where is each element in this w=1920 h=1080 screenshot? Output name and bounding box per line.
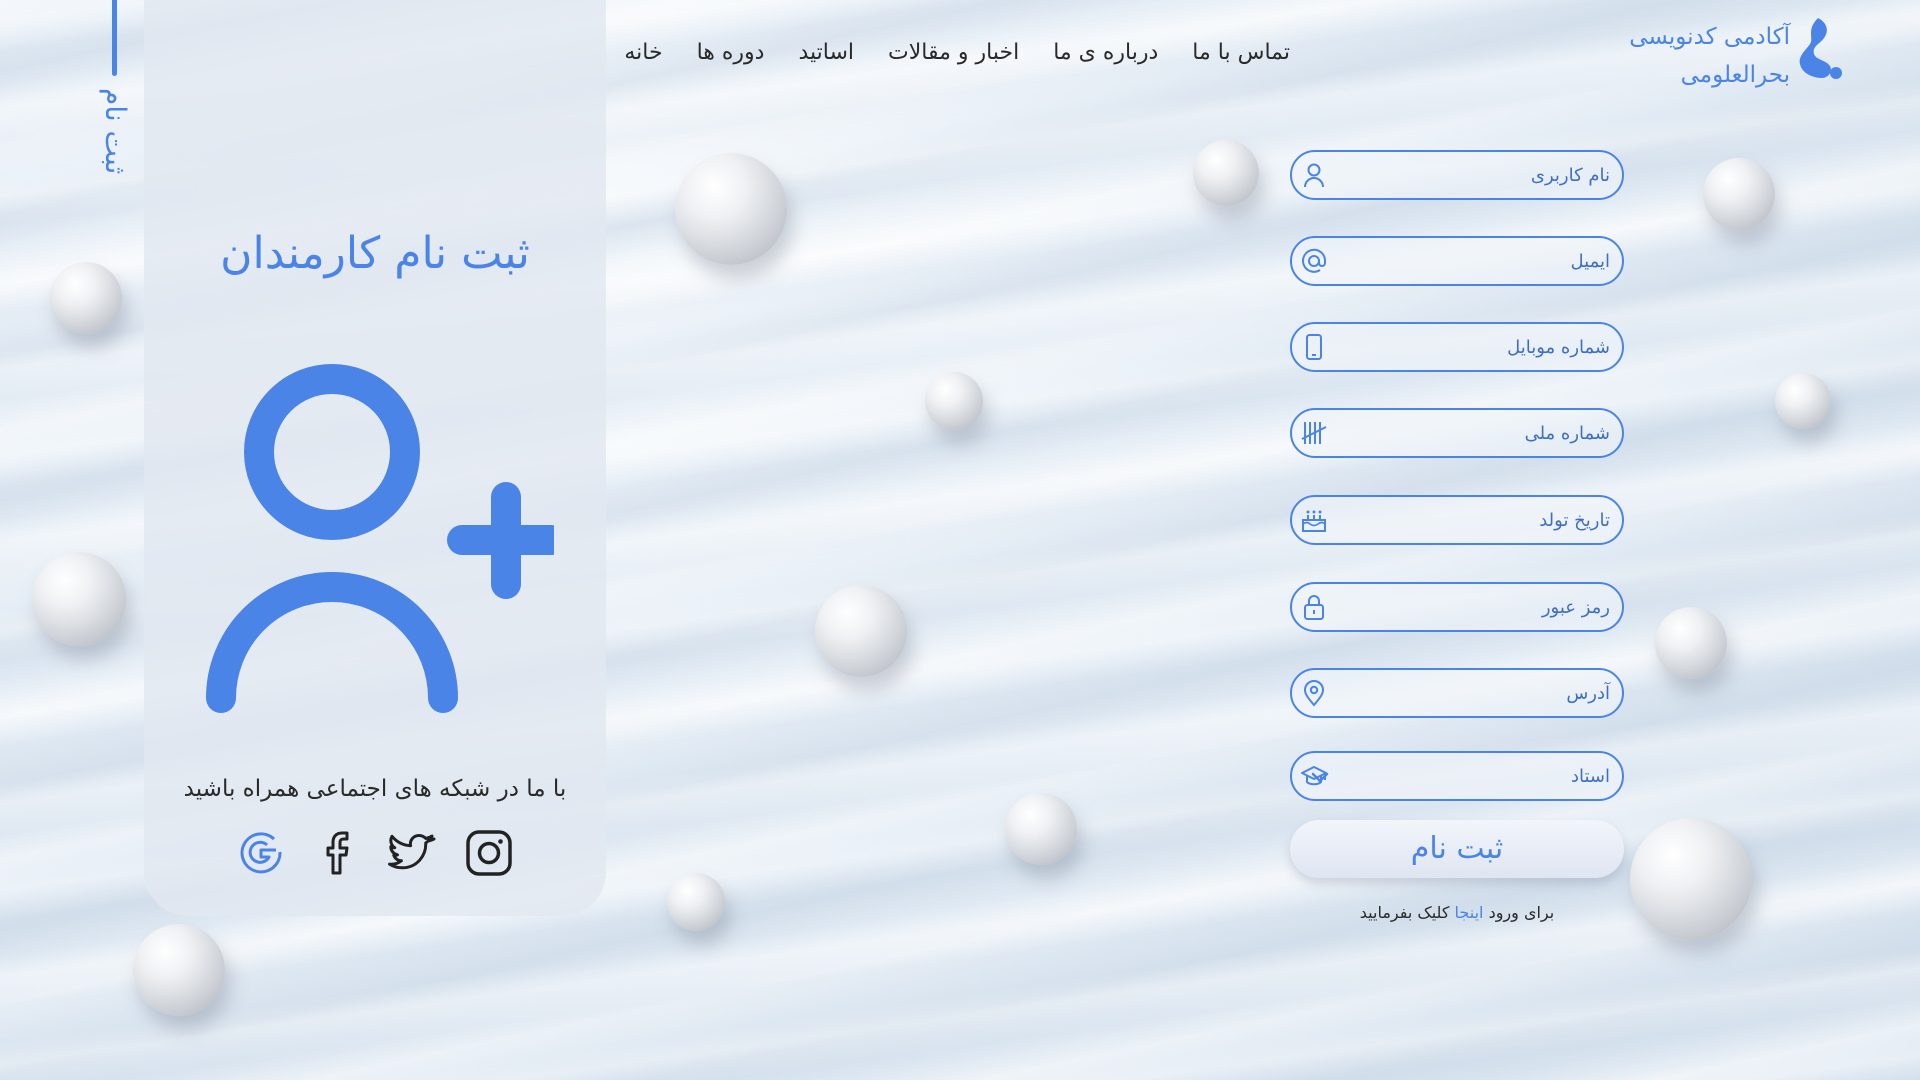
birth-date-placeholder: تاریخ تولد xyxy=(1539,509,1610,531)
decorative-pearl xyxy=(1193,140,1259,206)
birth-date-field[interactable]: تاریخ تولد xyxy=(1290,495,1624,545)
address-field[interactable]: آدرس xyxy=(1290,668,1624,718)
decorative-pearl xyxy=(675,153,787,265)
password-placeholder: رمز عبور xyxy=(1541,596,1610,618)
national-id-placeholder: شماره ملی xyxy=(1524,422,1610,444)
decorative-pearl xyxy=(32,552,126,646)
login-hint-after: کلیک بفرمایید xyxy=(1359,903,1450,922)
nav-news-articles[interactable]: اخبار و مقالات xyxy=(888,40,1019,80)
at-icon xyxy=(1300,247,1328,275)
social-text: با ما در شبکه های اجتماعی همراه باشید xyxy=(183,776,567,802)
national-id-field[interactable]: شماره ملی xyxy=(1290,408,1624,458)
brand-name[interactable]: آکادمی کدنویسی بحرالعلومی xyxy=(1600,18,1790,94)
decorative-pearl xyxy=(1630,818,1752,940)
decorative-pearl xyxy=(667,873,725,931)
role-select-value: استاد xyxy=(1570,765,1610,787)
chevron-down-icon[interactable] xyxy=(1308,765,1332,789)
decorative-pearl xyxy=(1005,793,1077,865)
decorative-pearl xyxy=(1703,158,1775,230)
brand-line-1: آکادمی کدنویسی xyxy=(1629,24,1790,50)
decorative-pearl xyxy=(1655,607,1727,679)
decorative-pearl xyxy=(50,262,122,334)
side-tab-indicator xyxy=(112,0,117,76)
login-hint-before: برای ورود xyxy=(1488,903,1555,922)
email-field[interactable]: ایمیل xyxy=(1290,236,1624,286)
role-select[interactable]: استاد xyxy=(1290,751,1624,801)
left-panel: ثبت نام کارمندان با ما در شبکه های اجتما… xyxy=(144,0,606,916)
username-field[interactable]: نام کاربری xyxy=(1290,150,1624,200)
logo-icon[interactable] xyxy=(1796,16,1844,82)
login-link[interactable]: اینجا xyxy=(1455,903,1484,922)
side-tab-register[interactable]: ثبت نام xyxy=(82,76,132,186)
cake-icon xyxy=(1300,506,1328,534)
nav-home[interactable]: خانه xyxy=(624,40,662,80)
mobile-placeholder: شماره موبایل xyxy=(1507,336,1610,358)
user-icon xyxy=(1300,161,1328,189)
instagram-icon[interactable] xyxy=(464,828,514,878)
main-nav: خانه دوره ها اساتید اخبار و مقالات دربار… xyxy=(624,40,1290,80)
tally-icon xyxy=(1300,419,1328,447)
nav-about[interactable]: درباره ی ما xyxy=(1053,40,1158,80)
nav-teachers[interactable]: اساتید xyxy=(798,40,854,80)
password-field[interactable]: رمز عبور xyxy=(1290,582,1624,632)
nav-contact[interactable]: تماس با ما xyxy=(1192,40,1290,80)
address-placeholder: آدرس xyxy=(1566,682,1610,704)
mobile-field[interactable]: شماره موبایل xyxy=(1290,322,1624,372)
email-placeholder: ایمیل xyxy=(1570,250,1610,272)
mobile-icon xyxy=(1300,333,1328,361)
login-hint: برای ورود اینجا کلیک بفرمایید xyxy=(1290,903,1624,922)
user-plus-icon xyxy=(194,360,566,720)
decorative-pearl xyxy=(925,372,983,430)
panel-title: ثبت نام کارمندان xyxy=(220,228,530,279)
nav-courses[interactable]: دوره ها xyxy=(697,40,765,80)
social-links xyxy=(144,828,606,878)
facebook-icon[interactable] xyxy=(312,828,362,878)
brand-line-2: بحرالعلومی xyxy=(1680,62,1790,88)
decorative-pearl xyxy=(815,585,907,677)
username-placeholder: نام کاربری xyxy=(1530,164,1610,186)
twitter-icon[interactable] xyxy=(388,828,438,878)
register-button[interactable]: ثبت نام xyxy=(1290,820,1624,878)
google-icon[interactable] xyxy=(236,828,286,878)
decorative-pearl xyxy=(1775,373,1831,429)
decorative-pearl xyxy=(133,924,225,1016)
lock-icon xyxy=(1300,593,1328,621)
location-pin-icon xyxy=(1300,679,1328,707)
